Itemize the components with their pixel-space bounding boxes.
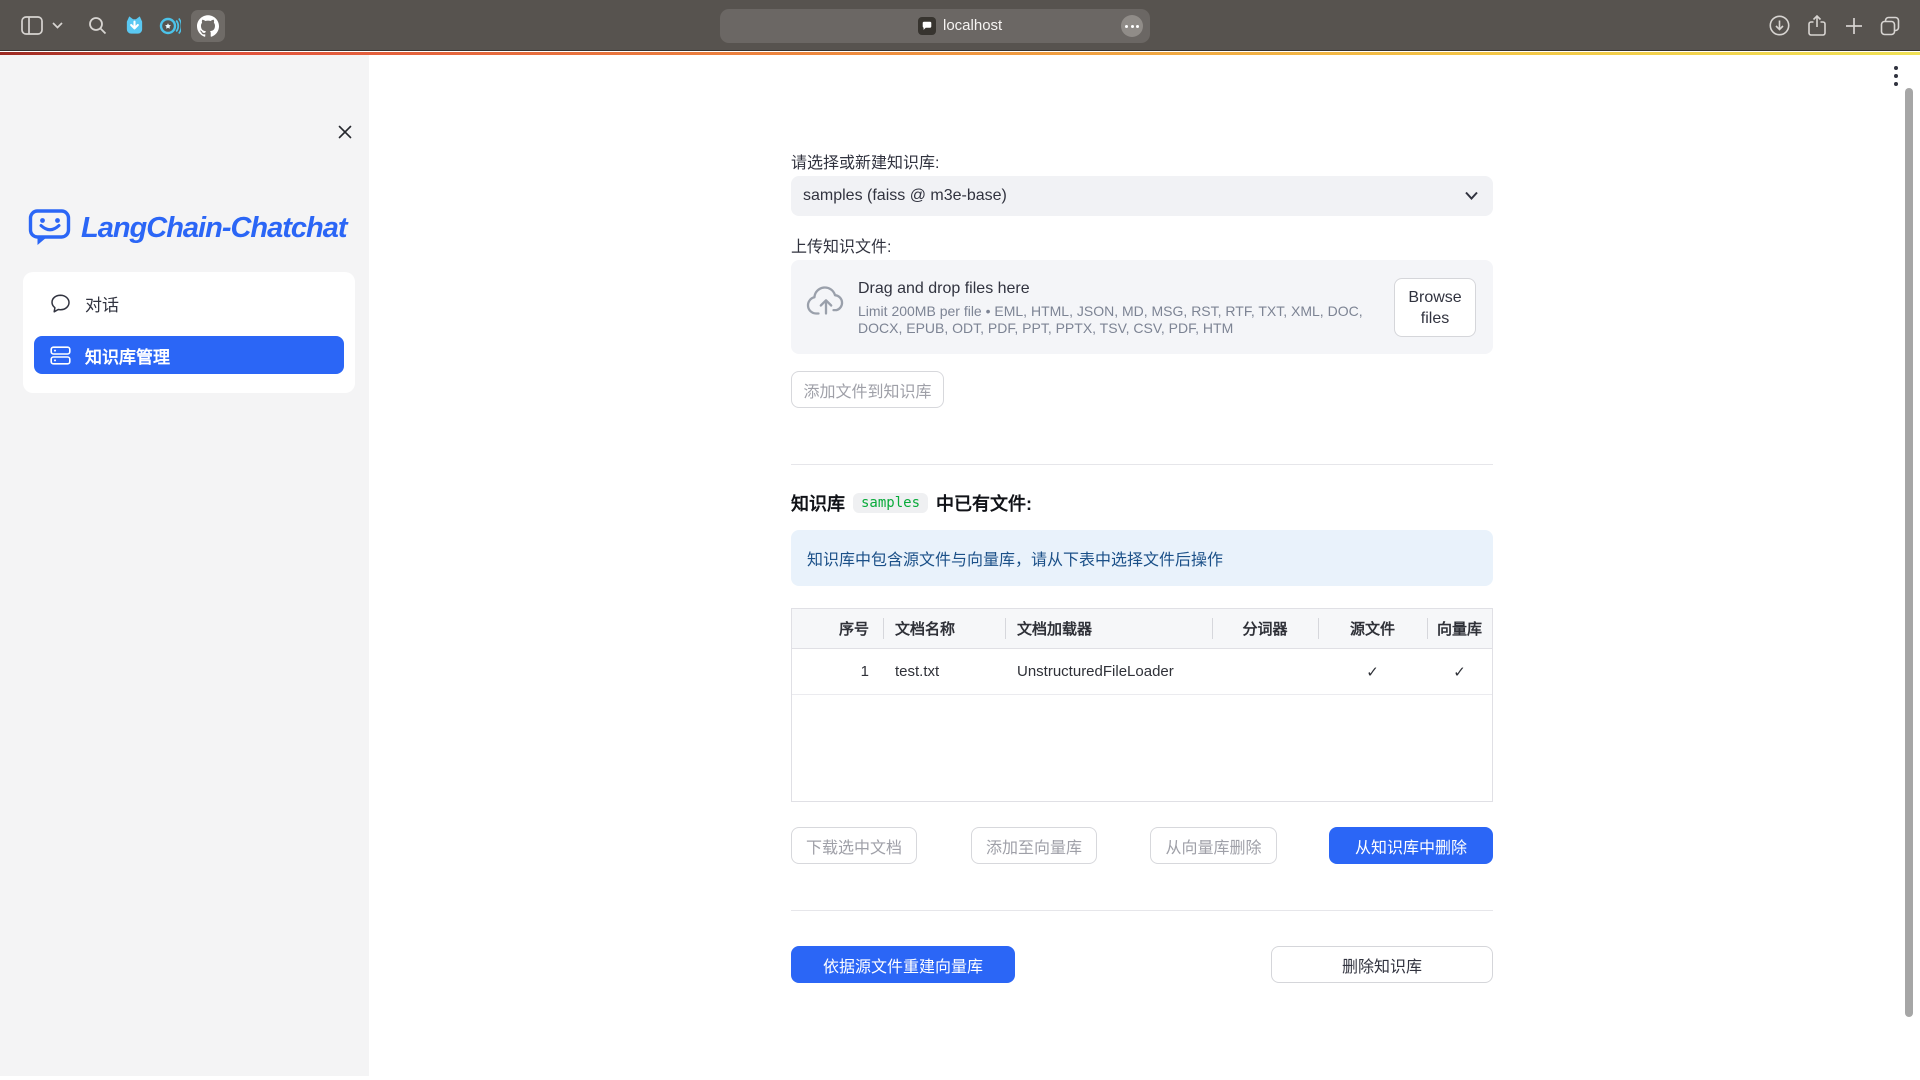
url-text: localhost [943, 9, 1002, 43]
dropzone-limit-text: Limit 200MB per file • EML, HTML, JSON, … [858, 303, 1380, 337]
delete-from-vector-button[interactable]: 从向量库删除 [1150, 827, 1277, 864]
search-icon[interactable] [87, 0, 107, 51]
col-header-source[interactable]: 源文件 [1318, 609, 1427, 648]
site-favicon [918, 17, 936, 35]
chevron-down-icon [1464, 190, 1479, 201]
cell-vector-check[interactable]: ✓ [1427, 649, 1492, 694]
cell-source-check[interactable]: ✓ [1318, 649, 1427, 694]
nav-item-label: 对话 [85, 291, 119, 316]
github-extension-icon[interactable] [191, 10, 225, 42]
app-window: localhost [0, 0, 1920, 1080]
kb-select-label: 请选择或新建知识库: [791, 149, 939, 173]
rings-extension-icon[interactable] [158, 0, 181, 51]
reader-options-ellipsis-icon[interactable] [1121, 15, 1143, 37]
delete-from-kb-button[interactable]: 从知识库中删除 [1329, 827, 1493, 864]
cell-index[interactable]: 1 [792, 649, 883, 694]
add-files-to-kb-button[interactable]: 添加文件到知识库 [791, 371, 944, 408]
table-row[interactable]: 1 test.txt UnstructuredFileLoader ✓ ✓ [792, 649, 1492, 695]
download-selected-button[interactable]: 下载选中文档 [791, 827, 917, 864]
info-banner: 知识库中包含源文件与向量库，请从下表中选择文件后操作 [791, 530, 1493, 586]
sidebar: LangChain-Chatchat 对话 知识库管理 [0, 55, 369, 1076]
add-to-vector-button[interactable]: 添加至向量库 [971, 827, 1097, 864]
knowledge-base-icon [50, 346, 71, 365]
table-header-row: 序号 文档名称 文档加载器 分词器 源文件 向量库 [792, 609, 1492, 649]
chevron-down-icon[interactable] [51, 0, 63, 51]
nav-item-label: 知识库管理 [85, 343, 170, 368]
nav-item-chat[interactable]: 对话 [34, 284, 344, 322]
address-bar[interactable]: localhost [720, 9, 1150, 43]
chat-icon [50, 293, 71, 314]
chat-bubble-logo-icon [28, 208, 72, 248]
rebuild-vector-store-button[interactable]: 依据源文件重建向量库 [791, 946, 1015, 983]
kb-heading-suffix: 中已有文件: [936, 490, 1032, 516]
kb-files-heading: 知识库 samples 中已有文件: [791, 490, 1032, 516]
dropzone-title: Drag and drop files here [858, 280, 1030, 298]
nav-menu: 对话 知识库管理 [23, 272, 355, 393]
kb-selectbox[interactable]: samples (faiss @ m3e-base) [791, 176, 1493, 216]
browser-toolbar: localhost [0, 0, 1920, 51]
share-icon[interactable] [1806, 0, 1828, 51]
col-header-index[interactable]: 序号 [792, 609, 883, 648]
app-logo-text: LangChain-Chatchat [81, 212, 347, 245]
download-icon[interactable] [1768, 0, 1790, 51]
col-header-vector[interactable]: 向量库 [1427, 609, 1492, 648]
cell-name[interactable]: test.txt [883, 649, 1005, 694]
kb-heading-prefix: 知识库 [791, 490, 845, 516]
col-header-loader[interactable]: 文档加载器 [1005, 609, 1212, 648]
kb-name-code: samples [853, 493, 928, 513]
files-table[interactable]: 序号 文档名称 文档加载器 分词器 源文件 向量库 1 test.txt Uns… [791, 608, 1493, 802]
col-header-splitter[interactable]: 分词器 [1212, 609, 1318, 648]
vertical-scrollbar[interactable] [1905, 88, 1913, 1017]
cloud-upload-icon [806, 284, 846, 317]
app-logo: LangChain-Chatchat [28, 208, 347, 248]
browse-files-button[interactable]: Browse files [1394, 278, 1476, 337]
kb-selectbox-value: samples (faiss @ m3e-base) [803, 187, 1007, 205]
delete-kb-button[interactable]: 删除知识库 [1271, 946, 1493, 983]
sidebar-close-icon[interactable] [337, 124, 353, 140]
tab-overview-icon[interactable] [1878, 0, 1902, 51]
cell-splitter[interactable] [1212, 649, 1318, 694]
divider [791, 464, 1493, 465]
nav-item-kb-management[interactable]: 知识库管理 [34, 336, 344, 374]
new-tab-icon[interactable] [1844, 0, 1864, 51]
info-banner-text: 知识库中包含源文件与向量库，请从下表中选择文件后操作 [807, 546, 1223, 570]
upload-label: 上传知识文件: [791, 233, 891, 257]
streamlit-main-menu-icon[interactable] [1894, 66, 1898, 86]
col-header-name[interactable]: 文档名称 [883, 609, 1005, 648]
cell-loader[interactable]: UnstructuredFileLoader [1005, 649, 1212, 694]
divider [791, 910, 1493, 911]
cat-extension-icon[interactable] [123, 0, 145, 51]
sidebar-toggle-icon[interactable] [20, 0, 44, 51]
